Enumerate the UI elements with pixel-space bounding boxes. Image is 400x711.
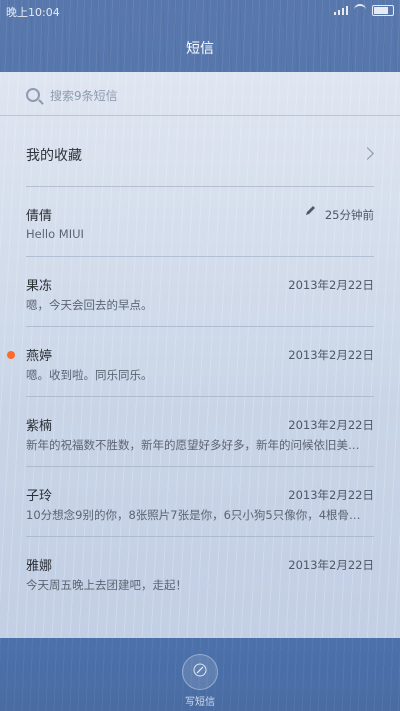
- pencil-icon: [306, 206, 315, 215]
- search-placeholder: 搜索9条短信: [50, 88, 118, 103]
- contact-name: 燕婷: [26, 349, 53, 364]
- message-panel: 搜索9条短信 我的收藏 倩倩 25分钟前 Hello MIUI 果冻 2013年2月22…: [0, 72, 400, 638]
- conversation-row[interactable]: 燕婷 2013年2月22日嗯。收到啦。同乐同乐。: [0, 327, 400, 397]
- bottom-bar: 写短信: [0, 638, 400, 711]
- search-icon: [26, 88, 40, 102]
- message-time: 2013年2月22日: [288, 418, 374, 432]
- compose-icon: [193, 663, 207, 677]
- compose-button[interactable]: [182, 654, 218, 690]
- page-title: 短信: [186, 41, 214, 57]
- contact-name: 倩倩: [26, 209, 53, 224]
- conversation-row[interactable]: 雅娜 2013年2月22日今天周五晚上去团建吧，走起！: [0, 537, 400, 607]
- status-icons: [334, 4, 394, 16]
- message-preview: 10分想念9别的你，8张照片7张是你，6只小狗5只像你，4根骨…: [26, 508, 361, 522]
- message-time: 2013年2月22日: [288, 278, 374, 292]
- message-preview: 嗯。收到啦。同乐同乐。: [26, 368, 153, 382]
- status-time: 晚上10:04: [6, 6, 60, 19]
- search-divider: [0, 115, 400, 116]
- status-bar: 晚上10:04: [0, 0, 400, 22]
- message-preview: 嗯，今天会回去的早点。: [26, 298, 153, 312]
- unread-dot: [7, 351, 15, 359]
- message-preview: 今天周五晚上去团建吧，走起！: [26, 578, 187, 592]
- message-time: 25分钟前: [324, 208, 374, 222]
- conversation-row[interactable]: 果冻 2013年2月22日嗯，今天会回去的早点。: [0, 257, 400, 327]
- conversation-row[interactable]: 紫楠 2013年2月22日新年的祝福数不胜数，新年的愿望好多好多，新年的问候依旧美…: [0, 397, 400, 467]
- message-time: 2013年2月22日: [288, 488, 374, 502]
- contact-name: 子玲: [26, 489, 53, 504]
- favorites-row[interactable]: 我的收藏: [0, 127, 400, 187]
- signal-icon: [334, 5, 348, 15]
- message-time: 2013年2月22日: [288, 348, 374, 362]
- contact-name: 果冻: [26, 279, 53, 294]
- message-preview: Hello MIUI: [26, 227, 84, 241]
- wifi-icon: [354, 4, 366, 16]
- contact-name: 紫楠: [26, 419, 53, 434]
- message-time: 2013年2月22日: [288, 558, 374, 572]
- conversation-row[interactable]: 倩倩 25分钟前 Hello MIUI: [0, 187, 400, 257]
- compose-label: 写短信: [185, 697, 215, 708]
- search-bar[interactable]: 搜索9条短信: [20, 82, 380, 108]
- conversation-row[interactable]: 子玲 2013年2月22日 10分想念9别的你，8张照片7张是你，6只小狗5只像你，…: [0, 467, 400, 537]
- chevron-right-icon: [361, 147, 374, 160]
- battery-icon: [372, 4, 394, 16]
- message-preview: 新年的祝福数不胜数，新年的愿望好多好多，新年的问候依旧美…: [26, 438, 360, 452]
- favorites-label: 我的收藏: [26, 148, 82, 164]
- contact-name: 雅娜: [26, 559, 53, 574]
